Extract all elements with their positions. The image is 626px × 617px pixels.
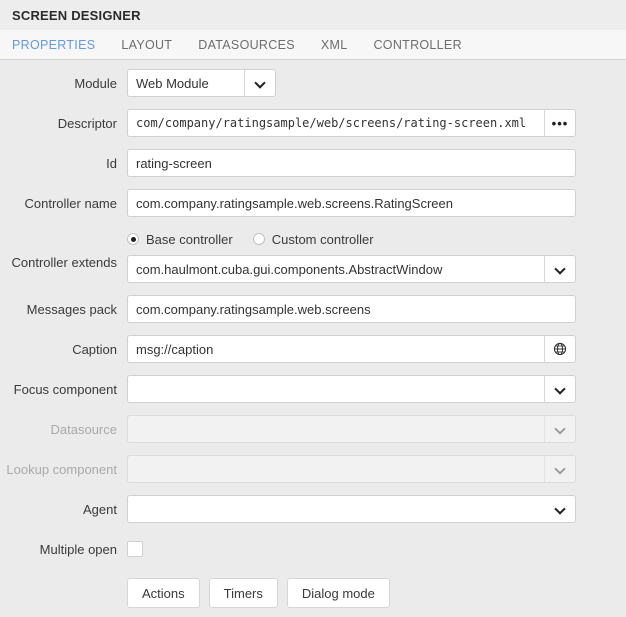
field-row-lookup-component: Lookup component [0, 455, 626, 483]
field-row-focus-component: Focus component [0, 375, 626, 403]
messages-pack-label: Messages pack [26, 301, 117, 317]
radio-dot-icon [252, 233, 265, 245]
button-row: Actions Timers Dialog mode [127, 578, 399, 608]
radio-base-controller-label: Base controller [146, 231, 233, 247]
descriptor-field-wrap: com/company/ratingsample/web/screens/rat… [127, 109, 626, 137]
field-row-agent: Agent [0, 495, 626, 523]
controller-extends-label: Controller extends [11, 255, 118, 270]
messages-pack-value: com.company.ratingsample.web.screens [136, 301, 371, 317]
field-row-module: Module Web Module [0, 69, 626, 97]
module-label: Module [74, 75, 117, 91]
tab-datasources[interactable]: DATASOURCES [198, 38, 295, 52]
radio-custom-controller-label: Custom controller [271, 231, 374, 247]
controller-name-input[interactable]: com.company.ratingsample.web.screens.Rat… [127, 189, 576, 217]
descriptor-value: com/company/ratingsample/web/screens/rat… [136, 116, 527, 130]
caption-field-wrap: msg://caption [127, 335, 626, 363]
properties-form: Module Web Module Descriptor com/company… [0, 60, 626, 608]
multiple-open-field-wrap [127, 541, 626, 557]
descriptor-input[interactable]: com/company/ratingsample/web/screens/rat… [127, 109, 576, 137]
lookup-component-select [127, 455, 576, 483]
lookup-component-label: Lookup component [6, 461, 117, 477]
controller-name-field-wrap: com.company.ratingsample.web.screens.Rat… [127, 189, 626, 217]
field-row-actions: Actions Timers Dialog mode [0, 575, 626, 608]
module-field-wrap: Web Module [127, 69, 626, 97]
chevron-down-icon [544, 416, 575, 442]
tab-layout[interactable]: LAYOUT [121, 38, 172, 52]
radio-dot-icon [127, 233, 139, 245]
tab-controller[interactable]: CONTROLLER [373, 38, 461, 52]
controller-extends-radio-group: Base controller Custom controller [127, 229, 576, 249]
agent-select[interactable] [127, 495, 576, 523]
app-header: SCREEN DESIGNER [0, 0, 626, 30]
chevron-down-icon [544, 456, 575, 482]
field-row-descriptor: Descriptor com/company/ratingsample/web/… [0, 109, 626, 137]
radio-base-controller[interactable]: Base controller [127, 232, 233, 247]
focus-component-select[interactable] [127, 375, 576, 403]
field-row-controller-name: Controller name com.company.ratingsample… [0, 189, 626, 217]
controller-extends-field-wrap: Base controller Custom controller com.ha… [127, 229, 626, 283]
chevron-down-icon[interactable] [544, 256, 575, 282]
actions-field-wrap: Actions Timers Dialog mode [127, 575, 626, 608]
id-field-wrap: rating-screen [127, 149, 626, 177]
caption-label: Caption [72, 341, 117, 357]
controller-extends-select[interactable]: com.haulmont.cuba.gui.components.Abstrac… [127, 255, 576, 283]
chevron-down-icon[interactable] [244, 70, 275, 96]
globe-icon[interactable] [544, 336, 575, 362]
messages-pack-field-wrap: com.company.ratingsample.web.screens [127, 295, 626, 323]
field-row-controller-extends: Controller extends Base controller Custo… [0, 229, 626, 283]
caption-input[interactable]: msg://caption [127, 335, 576, 363]
tab-properties[interactable]: PROPERTIES [12, 38, 95, 52]
timers-button[interactable]: Timers [208, 578, 278, 608]
chevron-down-icon[interactable] [545, 496, 575, 522]
module-value: Web Module [136, 75, 209, 91]
tab-bar: PROPERTIES LAYOUT DATASOURCES XML CONTRO… [0, 30, 626, 60]
datasource-label: Datasource [50, 421, 117, 437]
module-select[interactable]: Web Module [127, 69, 276, 97]
id-input[interactable]: rating-screen [127, 149, 576, 177]
focus-component-field-wrap [127, 375, 626, 403]
controller-extends-value: com.haulmont.cuba.gui.components.Abstrac… [136, 261, 443, 277]
controller-extends-stack: Base controller Custom controller com.ha… [127, 229, 576, 283]
messages-pack-input[interactable]: com.company.ratingsample.web.screens [127, 295, 576, 323]
datasource-field-wrap [127, 415, 626, 443]
ellipsis-icon[interactable]: ••• [544, 110, 575, 136]
field-row-multiple-open: Multiple open [0, 535, 626, 563]
lookup-component-field-wrap [127, 455, 626, 483]
tab-xml[interactable]: XML [321, 38, 348, 52]
multiple-open-label: Multiple open [39, 541, 117, 557]
field-row-caption: Caption msg://caption [0, 335, 626, 363]
field-row-datasource: Datasource [0, 415, 626, 443]
multiple-open-checkbox[interactable] [127, 541, 143, 557]
controller-name-label: Controller name [24, 195, 118, 211]
field-row-id: Id rating-screen [0, 149, 626, 177]
page-title: SCREEN DESIGNER [12, 7, 141, 23]
agent-field-wrap [127, 495, 626, 523]
actions-button[interactable]: Actions [127, 578, 200, 608]
focus-component-label: Focus component [13, 381, 117, 397]
datasource-select [127, 415, 576, 443]
id-value: rating-screen [136, 155, 212, 171]
descriptor-label: Descriptor [57, 115, 117, 131]
dialog-mode-button[interactable]: Dialog mode [286, 578, 390, 608]
controller-name-value: com.company.ratingsample.web.screens.Rat… [136, 195, 453, 211]
caption-value: msg://caption [136, 341, 214, 357]
radio-custom-controller[interactable]: Custom controller [252, 231, 374, 247]
agent-label: Agent [83, 501, 117, 517]
descriptor-browse-button: ••• [551, 115, 569, 131]
field-row-messages-pack: Messages pack com.company.ratingsample.w… [0, 295, 626, 323]
chevron-down-icon[interactable] [544, 376, 575, 402]
id-label: Id [106, 155, 117, 171]
